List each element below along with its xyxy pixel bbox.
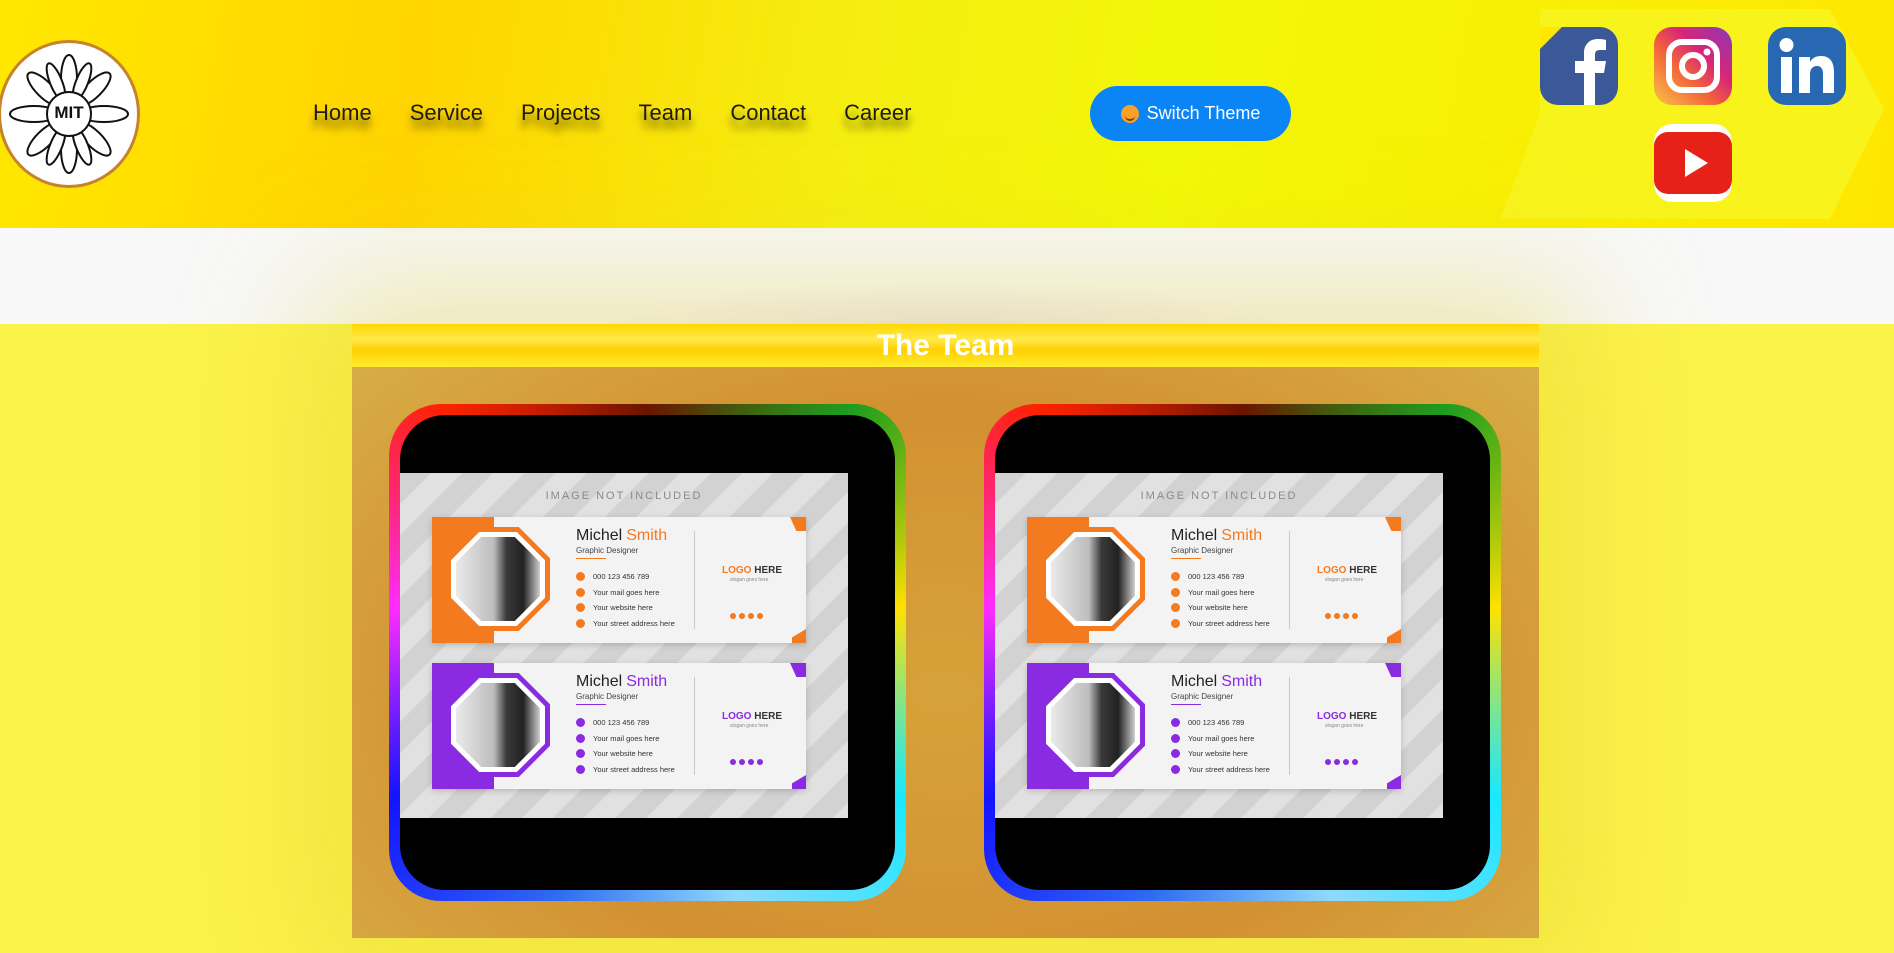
signature-name: Michel Smith xyxy=(1171,527,1263,544)
team-card-inner: IMAGE NOT INCLUDED Michel Smith Graphic D… xyxy=(995,415,1490,890)
globe-icon xyxy=(576,749,585,759)
mail-icon xyxy=(576,733,585,743)
nav-projects[interactable]: Projects xyxy=(521,100,600,126)
signature-phone: 000 123 456 789 xyxy=(593,718,650,728)
email-signature: Michel Smith Graphic Designer 000 123 456… xyxy=(432,517,806,643)
image-caption: IMAGE NOT INCLUDED xyxy=(1140,490,1298,502)
instagram-icon[interactable] xyxy=(1654,27,1732,105)
signature-mail: Your mail goes here xyxy=(593,733,660,743)
signature-website: Your website here xyxy=(593,749,653,759)
signature-logo: LOGO HERE xyxy=(722,711,783,722)
signature-address: Your street address here xyxy=(1188,764,1270,774)
signature-logo: LOGO HERE xyxy=(1317,565,1378,576)
switch-theme-button[interactable]: Switch Theme xyxy=(1090,86,1291,141)
phone-icon xyxy=(1171,718,1180,728)
main-nav: Home Service Projects Team Contact Caree… xyxy=(313,100,911,126)
signature-role: Graphic Designer xyxy=(576,692,639,701)
nav-team[interactable]: Team xyxy=(639,100,693,126)
signature-name: Michel Smith xyxy=(576,673,668,690)
signature-logo: LOGO HERE xyxy=(1317,711,1378,722)
linkedin-icon[interactable] xyxy=(1768,27,1846,105)
signature-slogan: slogan goes here xyxy=(730,723,769,729)
signature-slogan: slogan goes here xyxy=(1325,723,1364,729)
nav-service[interactable]: Service xyxy=(410,100,483,126)
phone-icon xyxy=(576,718,585,728)
email-signature: Michel Smith Graphic Designer 000 123 456… xyxy=(1027,663,1401,789)
team-card-image: IMAGE NOT INCLUDED Michel Smith Graphic D… xyxy=(995,473,1443,818)
signature-role: Graphic Designer xyxy=(1171,546,1234,555)
signature-phone: 000 123 456 789 xyxy=(1188,572,1245,582)
signature-mail: Your mail goes here xyxy=(593,587,660,597)
mail-icon xyxy=(1171,587,1180,597)
signature-slogan: slogan goes here xyxy=(1325,577,1364,583)
signature-mail: Your mail goes here xyxy=(1188,733,1255,743)
globe-icon xyxy=(1171,749,1180,759)
signature-website: Your website here xyxy=(1188,603,1248,613)
signature-social-icons xyxy=(1325,759,1358,765)
team-card-image: IMAGE NOT INCLUDED Michel Smith Graphic D… xyxy=(400,473,848,818)
signature-social-icons xyxy=(730,759,763,765)
signature-role: Graphic Designer xyxy=(1171,692,1234,701)
logo-text: MIT xyxy=(54,103,84,122)
email-signature: Michel Smith Graphic Designer 000 123 456… xyxy=(1027,517,1401,643)
signature-mail: Your mail goes here xyxy=(1188,587,1255,597)
team-title: The Team xyxy=(876,329,1015,362)
mail-icon xyxy=(576,587,585,597)
signature-social-icons xyxy=(730,613,763,619)
signature-address: Your street address here xyxy=(593,764,675,774)
youtube-icon[interactable] xyxy=(1654,124,1732,202)
globe-icon xyxy=(576,603,585,613)
location-icon xyxy=(576,618,585,628)
signature-phone: 000 123 456 789 xyxy=(593,572,650,582)
location-icon xyxy=(576,764,585,774)
signature-address: Your street address here xyxy=(1188,618,1270,628)
signature-website: Your website here xyxy=(593,603,653,613)
team-card[interactable]: IMAGE NOT INCLUDED Michel Smith Graphic D… xyxy=(389,404,906,901)
signature-phone: 000 123 456 789 xyxy=(1188,718,1245,728)
nav-career[interactable]: Career xyxy=(844,100,911,126)
signature-logo: LOGO HERE xyxy=(722,565,783,576)
spacer-band xyxy=(0,228,1894,324)
signature-website: Your website here xyxy=(1188,749,1248,759)
nav-contact[interactable]: Contact xyxy=(730,100,806,126)
mail-icon xyxy=(1171,733,1180,743)
team-card-inner: IMAGE NOT INCLUDED Michel Smith Graphic D… xyxy=(400,415,895,890)
email-signature: Michel Smith Graphic Designer 000 123 456… xyxy=(432,663,806,789)
team-card[interactable]: IMAGE NOT INCLUDED Michel Smith Graphic D… xyxy=(984,404,1501,901)
switch-theme-label: Switch Theme xyxy=(1146,103,1261,123)
smiley-emoji-icon xyxy=(1120,104,1139,123)
nav-home[interactable]: Home xyxy=(313,100,372,126)
signature-slogan: slogan goes here xyxy=(730,577,769,583)
phone-icon xyxy=(1171,572,1180,582)
globe-icon xyxy=(1171,603,1180,613)
signature-role: Graphic Designer xyxy=(576,546,639,555)
location-icon xyxy=(1171,764,1180,774)
phone-icon xyxy=(576,572,585,582)
signature-address: Your street address here xyxy=(593,618,675,628)
mit-logo[interactable]: MIT xyxy=(0,40,140,188)
signature-name: Michel Smith xyxy=(576,527,668,544)
site-header: MIT Home Service Projects Team Contact C… xyxy=(0,0,1894,228)
signature-name: Michel Smith xyxy=(1171,673,1263,690)
location-icon xyxy=(1171,618,1180,628)
image-caption: IMAGE NOT INCLUDED xyxy=(545,490,703,502)
signature-social-icons xyxy=(1325,613,1358,619)
facebook-icon[interactable] xyxy=(1540,27,1618,105)
